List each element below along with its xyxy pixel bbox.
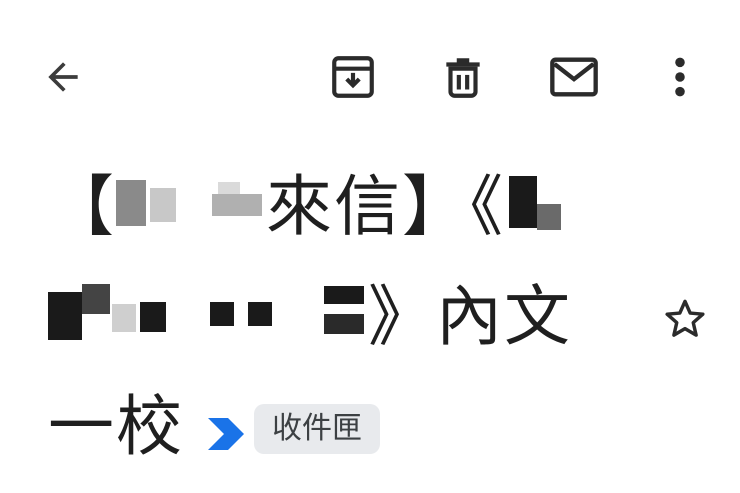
more-vertical-icon [675, 57, 685, 97]
redacted-text [116, 174, 266, 238]
delete-button[interactable] [434, 48, 492, 106]
archive-button[interactable] [324, 48, 382, 106]
top-app-bar [0, 0, 740, 150]
subject-line-2: 》內文 [48, 262, 638, 372]
trash-icon [446, 58, 480, 98]
mail-icon [550, 57, 598, 97]
subject-bracket-open: 【 [48, 168, 116, 245]
subject-part3: 一校 [48, 388, 184, 465]
mark-unread-button[interactable] [544, 48, 604, 106]
back-button[interactable] [36, 50, 90, 104]
star-button[interactable] [658, 292, 712, 346]
subject-part2-suffix: 》內文 [368, 278, 572, 355]
redacted-text [505, 174, 565, 238]
label-chip-inbox[interactable]: 收件匣 [254, 404, 380, 454]
arrow-back-icon [48, 62, 78, 92]
redacted-text [48, 283, 368, 348]
email-subject: 【 來信】《 》內文 [48, 152, 638, 372]
more-options-button[interactable] [656, 48, 704, 106]
subject-line-1: 【 來信】《 [48, 152, 638, 262]
subject-part1-suffix: 來信】《 [266, 168, 505, 245]
archive-icon [332, 56, 374, 98]
star-outline-icon [665, 299, 705, 337]
subject-line-3: 一校 收件匣 [48, 372, 380, 482]
importance-marker-icon[interactable] [206, 416, 246, 452]
